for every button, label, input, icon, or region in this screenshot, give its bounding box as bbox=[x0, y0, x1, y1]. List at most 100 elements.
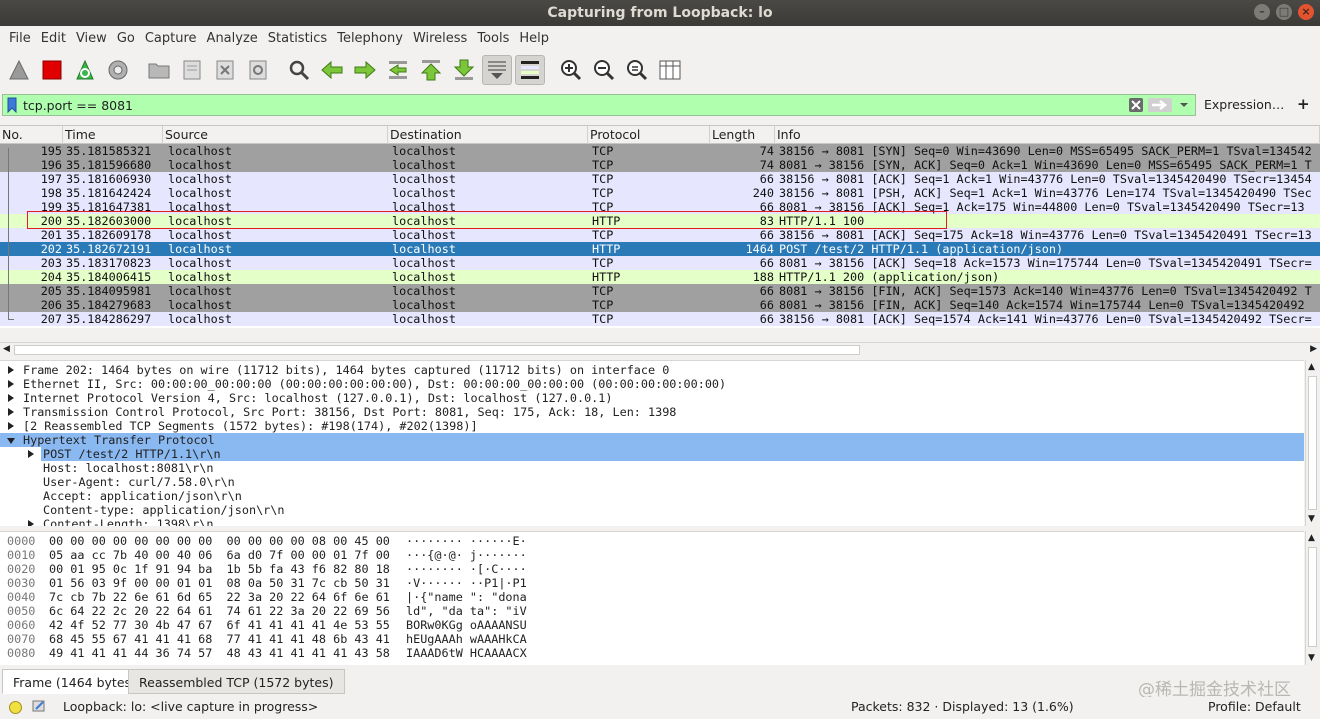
stop-capture-icon[interactable] bbox=[37, 55, 67, 85]
status-profile[interactable]: Profile: Default bbox=[1208, 697, 1301, 717]
packet-row[interactable]: 206 35.184279683 localhost localhost TCP 66 80… bbox=[0, 298, 1320, 312]
zoom-normal-icon[interactable] bbox=[622, 55, 652, 85]
scroll-up-icon[interactable]: ▲ bbox=[1308, 533, 1315, 543]
detail-tree-item[interactable]: Ethernet II, Src: 00:00:00_00:00:00 (00:… bbox=[0, 377, 1304, 391]
detail-tree-item[interactable]: User-Agent: curl/7.58.0\r\n bbox=[0, 475, 1304, 489]
tab-reassembled-tcp[interactable]: Reassembled TCP (1572 bytes) bbox=[128, 669, 345, 694]
packet-bytes[interactable]: 0000 00 00 00 00 00 00 00 00 00 00 00 00 … bbox=[0, 531, 1304, 665]
collapse-arrow-icon[interactable] bbox=[7, 438, 15, 444]
hex-row[interactable]: 0040 7c cb 7b 22 6e 61 6d 65 22 3a 20 22 … bbox=[0, 590, 1304, 604]
zoom-out-icon[interactable] bbox=[589, 55, 619, 85]
expand-arrow-icon[interactable] bbox=[28, 450, 34, 458]
filter-text[interactable]: tcp.port == 8081 bbox=[21, 98, 1127, 113]
reload-file-icon[interactable] bbox=[243, 55, 273, 85]
filter-history-chevron-down-icon[interactable] bbox=[1175, 96, 1193, 114]
go-first-icon[interactable] bbox=[416, 55, 446, 85]
menu-statistics[interactable]: Statistics bbox=[263, 31, 332, 46]
expand-arrow-icon[interactable] bbox=[8, 422, 14, 430]
packet-list-hscrollbar[interactable]: ◀ ▶ bbox=[0, 342, 1320, 356]
packet-row[interactable]: 207 35.184286297 localhost localhost TCP 66 38… bbox=[0, 312, 1320, 326]
find-packet-icon[interactable] bbox=[284, 55, 314, 85]
go-to-packet-icon[interactable] bbox=[383, 55, 413, 85]
detail-tree-item[interactable]: [2 Reassembled TCP Segments (1572 bytes)… bbox=[0, 419, 1304, 433]
close-file-icon[interactable] bbox=[210, 55, 240, 85]
hex-row[interactable]: 0000 00 00 00 00 00 00 00 00 00 00 00 00 … bbox=[0, 534, 1304, 548]
scroll-left-icon[interactable]: ◀ bbox=[3, 344, 10, 354]
packet-row[interactable]: 203 35.183170823 localhost localhost TCP 66 80… bbox=[0, 256, 1320, 270]
minimize-icon[interactable]: – bbox=[1254, 4, 1270, 20]
expand-arrow-icon[interactable] bbox=[28, 520, 34, 526]
packet-row[interactable]: 196 35.181596680 localhost localhost TCP 74 80… bbox=[0, 158, 1320, 172]
column-header-destination[interactable]: Destination bbox=[388, 126, 588, 144]
menu-wireless[interactable]: Wireless bbox=[408, 31, 472, 46]
column-header-time[interactable]: Time bbox=[63, 126, 163, 144]
packet-row[interactable]: 195 35.181585321 localhost localhost TCP 74 38… bbox=[0, 144, 1320, 158]
hex-row[interactable]: 0060 42 4f 52 77 30 4b 47 67 6f 41 41 41 … bbox=[0, 618, 1304, 632]
colorize-icon[interactable] bbox=[515, 55, 545, 85]
menu-capture[interactable]: Capture bbox=[140, 31, 202, 46]
packet-row[interactable]: 201 35.182609178 localhost localhost TCP 66 38… bbox=[0, 228, 1320, 242]
menu-tools[interactable]: Tools bbox=[472, 31, 514, 46]
packet-row-selected[interactable]: 202 35.182672191 localhost localhost HTTP 146… bbox=[0, 242, 1320, 256]
expand-arrow-icon[interactable] bbox=[8, 380, 14, 388]
menu-analyze[interactable]: Analyze bbox=[202, 31, 263, 46]
expand-arrow-icon[interactable] bbox=[8, 394, 14, 402]
apply-filter-icon[interactable] bbox=[1147, 96, 1173, 114]
menu-telephony[interactable]: Telephony bbox=[332, 31, 408, 46]
menu-view[interactable]: View bbox=[71, 31, 112, 46]
details-vscroll-thumb[interactable] bbox=[1308, 376, 1317, 510]
go-last-icon[interactable] bbox=[449, 55, 479, 85]
display-filter-input[interactable]: tcp.port == 8081 bbox=[2, 94, 1196, 116]
zoom-in-icon[interactable] bbox=[556, 55, 586, 85]
detail-tree-item[interactable]: Accept: application/json\r\n bbox=[0, 489, 1304, 503]
hex-row[interactable]: 0030 01 56 03 9f 00 00 01 01 08 0a 50 31 … bbox=[0, 576, 1304, 590]
expand-arrow-icon[interactable] bbox=[8, 408, 14, 416]
menu-go[interactable]: Go bbox=[112, 31, 140, 46]
hex-row[interactable]: 0020 00 01 95 0c 1f 91 94 ba 1b 5b fa 43 … bbox=[0, 562, 1304, 576]
scroll-down-icon[interactable]: ▼ bbox=[1308, 514, 1315, 524]
detail-tree-item[interactable]: Content-type: application/json\r\n bbox=[0, 503, 1304, 517]
go-back-icon[interactable] bbox=[317, 55, 347, 85]
packet-row[interactable]: 198 35.181642424 localhost localhost TCP 240 3… bbox=[0, 186, 1320, 200]
hscroll-thumb[interactable] bbox=[14, 345, 860, 355]
maximize-icon[interactable]: □ bbox=[1276, 4, 1292, 20]
save-file-icon[interactable] bbox=[177, 55, 207, 85]
menu-help[interactable]: Help bbox=[514, 31, 554, 46]
shark-fin-start-icon[interactable] bbox=[4, 55, 34, 85]
open-file-icon[interactable] bbox=[144, 55, 174, 85]
detail-tree-item[interactable]: Internet Protocol Version 4, Src: localh… bbox=[0, 391, 1304, 405]
column-header-no[interactable]: No. bbox=[0, 126, 63, 144]
add-filter-button[interactable]: + bbox=[1297, 95, 1310, 113]
resize-columns-icon[interactable] bbox=[655, 55, 685, 85]
tab-frame[interactable]: Frame (1464 bytes) bbox=[2, 669, 147, 694]
expression-button[interactable]: Expression… bbox=[1204, 97, 1284, 112]
packet-row[interactable]: 204 35.184006415 localhost localhost HTTP 188… bbox=[0, 270, 1320, 284]
menu-edit[interactable]: Edit bbox=[36, 31, 71, 46]
bytes-vscroll-thumb[interactable] bbox=[1308, 547, 1317, 647]
detail-tree-item[interactable]: Transmission Control Protocol, Src Port:… bbox=[0, 405, 1304, 419]
packet-row[interactable]: 197 35.181606930 localhost localhost TCP 66 38… bbox=[0, 172, 1320, 186]
packet-details[interactable]: Frame 202: 1464 bytes on wire (11712 bit… bbox=[0, 360, 1304, 526]
hex-row[interactable]: 0050 6c 64 22 2c 20 22 64 61 74 61 22 3a … bbox=[0, 604, 1304, 618]
detail-tree-item[interactable]: POST /test/2 HTTP/1.1\r\n bbox=[0, 447, 1304, 461]
menu-file[interactable]: File bbox=[4, 31, 36, 46]
scroll-up-icon[interactable]: ▲ bbox=[1308, 362, 1315, 372]
capture-comment-icon[interactable] bbox=[32, 699, 46, 719]
autoscroll-icon[interactable] bbox=[482, 55, 512, 85]
column-header-info[interactable]: Info bbox=[775, 126, 1320, 144]
column-header-length[interactable]: Length bbox=[710, 126, 775, 144]
go-forward-icon[interactable] bbox=[350, 55, 380, 85]
filter-bookmark-icon[interactable] bbox=[3, 95, 21, 115]
close-icon[interactable]: × bbox=[1298, 4, 1314, 20]
scroll-right-icon[interactable]: ▶ bbox=[1310, 344, 1317, 354]
hex-row[interactable]: 0010 05 aa cc 7b 40 00 40 06 6a d0 7f 00 … bbox=[0, 548, 1304, 562]
hex-row[interactable]: 0070 68 45 55 67 41 41 41 68 77 41 41 41 … bbox=[0, 632, 1304, 646]
detail-tree-item[interactable]: Hypertext Transfer Protocol bbox=[0, 433, 1304, 447]
scroll-down-icon[interactable]: ▼ bbox=[1308, 653, 1315, 663]
column-header-protocol[interactable]: Protocol bbox=[588, 126, 710, 144]
expert-info-indicator-icon[interactable] bbox=[9, 701, 22, 714]
packet-row[interactable]: 205 35.184095981 localhost localhost TCP 66 80… bbox=[0, 284, 1320, 298]
detail-tree-item[interactable]: Content-Length: 1398\r\n bbox=[0, 517, 1304, 526]
capture-options-icon[interactable] bbox=[103, 55, 133, 85]
detail-tree-item[interactable]: Frame 202: 1464 bytes on wire (11712 bit… bbox=[0, 363, 1304, 377]
